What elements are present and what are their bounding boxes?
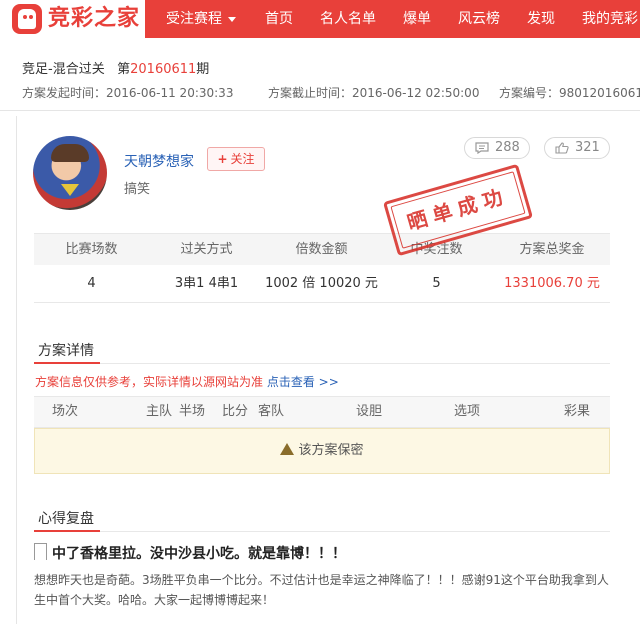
details-title-underline: [34, 362, 100, 364]
thumbs-up-icon: [555, 142, 569, 154]
col-halftime: 半场: [178, 404, 205, 419]
nav-item-schedule[interactable]: 受注赛程: [166, 0, 236, 38]
nav-item-hot[interactable]: 爆单: [403, 0, 431, 38]
nav-item-home[interactable]: 首页: [265, 0, 293, 38]
plan-title: 竞足-混合过关 第20160611期: [22, 58, 209, 77]
stats-header-matches: 比赛场数: [65, 242, 118, 257]
nav-item-my[interactable]: 我的竞彩: [582, 0, 638, 38]
view-source-link[interactable]: 点击查看 >>: [267, 375, 339, 389]
plus-icon: +: [217, 152, 228, 166]
notice-text: 方案信息仅供参考，实际详情以源网站为准: [35, 375, 264, 389]
username[interactable]: 天朝梦想家: [124, 151, 194, 171]
review-title-underline: [34, 530, 100, 532]
stats-value-prize: 1331006.70 元: [504, 276, 600, 291]
review-section-title: 心得复盘: [38, 511, 94, 527]
stats-header-row: 比赛场数 过关方式 倍数金额 中奖注数 方案总奖金: [34, 233, 610, 265]
plan-id: 方案编号：9801201606110: [499, 86, 640, 100]
stats-header-parlay: 过关方式: [180, 242, 233, 257]
user-tag: 搞笑: [124, 182, 151, 197]
chevron-down-icon: [228, 16, 236, 22]
col-home: 主队: [145, 404, 172, 419]
col-banker: 设胆: [355, 404, 382, 419]
nav-item-rankings[interactable]: 风云榜: [458, 0, 500, 38]
plan-start-time: 方案发起时间：2016-06-11 20:30:33: [22, 86, 234, 100]
secret-notice: 该方案保密: [34, 428, 610, 474]
stats-value-row: 4 3串1 4串1 1002 倍 10020 元 5 1331006.70 元: [34, 265, 610, 303]
col-option: 选项: [453, 404, 480, 419]
stats-header-prize: 方案总奖金: [519, 242, 585, 257]
plan-type: 竞足-混合过关: [22, 62, 105, 77]
avatar[interactable]: [33, 136, 107, 210]
comment-count: 288: [495, 140, 520, 155]
secret-text: 该方案保密: [298, 443, 364, 458]
like-count-button[interactable]: 321: [544, 137, 610, 159]
issue-number: 20160611: [130, 62, 197, 77]
top-nav: 竞彩之家 受注赛程 首页 名人名单 爆单 风云榜 发现 我的竞彩: [0, 0, 640, 38]
issue-suffix: 期: [196, 62, 210, 77]
stats-value-matches: 4: [87, 276, 96, 291]
review-rule: [100, 531, 610, 532]
col-result: 彩果: [563, 404, 590, 419]
like-count: 321: [575, 140, 600, 155]
comment-count-button[interactable]: 288: [464, 137, 530, 159]
nav-item-discover[interactable]: 发现: [527, 0, 555, 38]
post-title: 中了香格里拉。没中沙县小吃。就是靠博！！！: [52, 546, 346, 562]
follow-button[interactable]: + 关注: [207, 147, 265, 171]
details-notice: 方案信息仅供参考，实际详情以源网站为准 点击查看 >>: [35, 373, 339, 390]
col-match-no: 场次: [51, 404, 78, 419]
follow-label: 关注: [230, 152, 255, 166]
stats-value-winning-bets: 5: [432, 276, 441, 291]
stats-header-multiplier: 倍数金额: [295, 242, 348, 257]
col-away: 客队: [257, 404, 284, 419]
bookmark-icon[interactable]: [34, 543, 47, 561]
details-rule: [100, 363, 610, 364]
details-header-row: 场次 主队 半场 比分 客队 设胆 选项 彩果: [34, 396, 610, 428]
comment-icon: [475, 142, 489, 154]
col-score: 比分: [221, 404, 248, 419]
warning-icon: [280, 443, 295, 455]
post-body: 想想昨天也是奇葩。3场胜平负串一个比分。不过估计也是幸运之神降临了！！！感谢91…: [34, 573, 609, 607]
header-divider: [0, 110, 640, 111]
plan-end-time: 方案截止时间：2016-06-12 02:50:00: [268, 86, 480, 100]
stats-value-parlay: 3串1 4串1: [174, 276, 239, 291]
site-logo[interactable]: 竞彩之家: [0, 0, 145, 38]
logo-mark-icon: [12, 4, 42, 34]
nav-item-celebrities[interactable]: 名人名单: [320, 0, 376, 38]
stats-value-multiplier: 1002 倍 10020 元: [265, 276, 378, 291]
nav-item-label: 受注赛程: [166, 11, 222, 27]
issue-prefix: 第: [117, 62, 131, 77]
logo-text: 竞彩之家: [48, 6, 141, 31]
details-section-title: 方案详情: [38, 343, 94, 359]
